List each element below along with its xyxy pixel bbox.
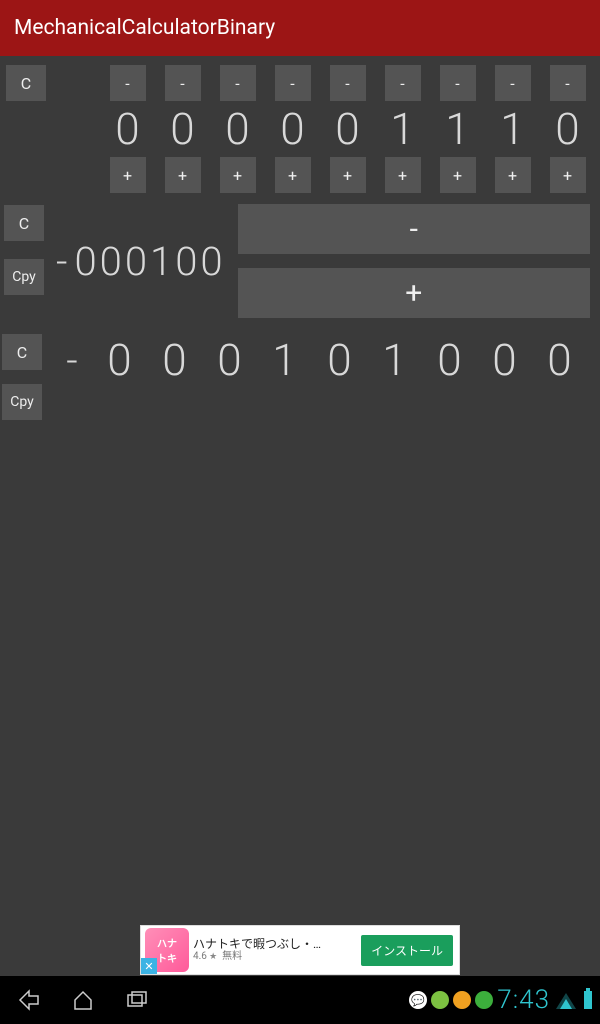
clear-bits-button[interactable]: C	[6, 65, 46, 101]
bit-minus-button[interactable]: -	[550, 65, 586, 101]
counter-value: 000100	[74, 238, 225, 285]
result-digit: 0	[92, 334, 147, 386]
ad-logo-text: ハナ	[157, 935, 177, 950]
bit-digit: 0	[335, 103, 359, 155]
result-area: C Cpy - 0 0 0 1 0 1 0 0 0	[0, 320, 600, 424]
ad-price: 無料	[222, 951, 242, 962]
ad-rating: 4.6	[193, 951, 207, 962]
notification-icon[interactable]	[453, 991, 471, 1009]
android-nav-bar: 💬 7:43	[0, 976, 600, 1024]
bit-plus-button[interactable]: +	[440, 157, 476, 193]
bit-minus-row: C - - - - - - - - -	[0, 64, 600, 102]
notification-icon[interactable]	[475, 991, 493, 1009]
bit-plus-button[interactable]: +	[385, 157, 421, 193]
clear-counter-button[interactable]: C	[4, 205, 44, 241]
bit-digit: 0	[225, 103, 249, 155]
status-clock: 7:43	[497, 985, 550, 1015]
result-digit: 1	[367, 334, 422, 386]
counter-display: -000100	[50, 204, 232, 318]
wifi-icon	[556, 991, 576, 1009]
battery-icon	[584, 991, 592, 1009]
copy-counter-button[interactable]: Cpy	[4, 259, 44, 295]
ad-banner[interactable]: ✕ ハナ トキ ハナトキで暇つぶし・… 4.6 ★ 無料 インストール	[140, 925, 460, 975]
recent-apps-icon[interactable]	[124, 987, 150, 1013]
bit-minus-button[interactable]: -	[330, 65, 366, 101]
home-icon[interactable]	[70, 987, 96, 1013]
bit-digits-row: 0 0 0 0 0 1 1 1 0	[0, 102, 600, 156]
subtract-button[interactable]: -	[238, 204, 590, 254]
bit-minus-button[interactable]: -	[275, 65, 311, 101]
ad-install-button[interactable]: インストール	[361, 935, 453, 966]
add-button[interactable]: +	[238, 268, 590, 318]
bit-minus-button[interactable]: -	[440, 65, 476, 101]
empty-space	[0, 424, 600, 924]
bit-plus-button[interactable]: +	[330, 157, 366, 193]
bit-digit: 0	[115, 103, 139, 155]
bit-minus-button[interactable]: -	[165, 65, 201, 101]
bit-minus-button[interactable]: -	[220, 65, 256, 101]
ad-text: ハナトキで暇つぶし・… 4.6 ★ 無料	[193, 937, 361, 963]
notification-icon[interactable]	[431, 991, 449, 1009]
bit-minus-button[interactable]: -	[110, 65, 146, 101]
counter-sign: -	[56, 238, 70, 285]
star-icon: ★	[207, 952, 217, 962]
counter-area: C Cpy -000100 - +	[0, 194, 600, 320]
result-digit: 1	[257, 334, 312, 386]
app-titlebar: MechanicalCalculatorBinary	[0, 0, 600, 56]
bit-plus-button[interactable]: +	[550, 157, 586, 193]
bit-plus-button[interactable]: +	[220, 157, 256, 193]
bit-digit: 0	[170, 103, 194, 155]
bit-register-area: C - - - - - - - - - 0 0 0 0 0 1 1 1 0 + …	[0, 56, 600, 194]
ad-banner-area: ✕ ハナ トキ ハナトキで暇つぶし・… 4.6 ★ 無料 インストール	[0, 924, 600, 976]
back-icon[interactable]	[16, 987, 42, 1013]
ad-close-icon[interactable]: ✕	[141, 958, 157, 974]
ad-logo-text: トキ	[157, 950, 177, 965]
bit-digit: 1	[445, 103, 469, 155]
result-digit: 0	[477, 334, 532, 386]
notification-icon[interactable]: 💬	[409, 991, 427, 1009]
result-digit: 0	[147, 334, 202, 386]
result-digit: 0	[312, 334, 367, 386]
bit-plus-row: + + + + + + + + +	[0, 156, 600, 194]
bit-digit: 0	[280, 103, 304, 155]
result-digit: 0	[202, 334, 257, 386]
bit-plus-button[interactable]: +	[275, 157, 311, 193]
bit-plus-button[interactable]: +	[495, 157, 531, 193]
result-sign: -	[52, 337, 92, 384]
bit-plus-button[interactable]: +	[110, 157, 146, 193]
copy-result-button[interactable]: Cpy	[2, 384, 42, 420]
bit-digit: 1	[500, 103, 524, 155]
bit-minus-button[interactable]: -	[385, 65, 421, 101]
result-digit: 0	[532, 334, 587, 386]
bit-digit: 1	[390, 103, 414, 155]
ad-title: ハナトキで暇つぶし・…	[193, 937, 361, 951]
bit-plus-button[interactable]: +	[165, 157, 201, 193]
bit-minus-button[interactable]: -	[495, 65, 531, 101]
result-digit: 0	[422, 334, 477, 386]
app-title: MechanicalCalculatorBinary	[14, 16, 275, 40]
bit-digit: 0	[555, 103, 579, 155]
